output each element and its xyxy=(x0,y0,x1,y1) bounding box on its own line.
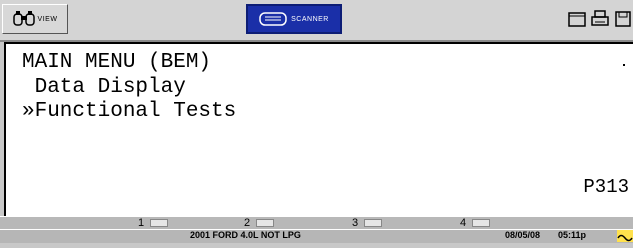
fkey-4[interactable]: 4 xyxy=(460,217,491,229)
view-label: VIEW xyxy=(37,15,58,23)
status-date: 08/05/08 xyxy=(505,230,541,240)
fkey-2-indicator xyxy=(256,219,275,228)
view-button[interactable]: VIEW xyxy=(2,4,68,34)
status-time: 05:11p xyxy=(558,230,587,240)
binoculars-icon xyxy=(12,11,35,26)
menu-title: MAIN MENU (BEM) xyxy=(22,51,212,74)
fkey-2[interactable]: 2 xyxy=(244,217,275,229)
toolbar: VIEW SCANNER xyxy=(0,0,633,42)
printer-icon xyxy=(591,10,609,26)
fkey-2-label: 2 xyxy=(244,217,251,229)
fkey-3[interactable]: 3 xyxy=(352,217,383,229)
window-icon xyxy=(568,12,586,27)
fkey-4-label: 4 xyxy=(460,217,467,229)
fkey-1-indicator xyxy=(150,219,169,228)
print-button[interactable] xyxy=(589,8,611,30)
fkey-3-label: 3 xyxy=(352,217,359,229)
fkey-1[interactable]: 1 xyxy=(138,217,169,229)
scanner-label: SCANNER xyxy=(291,15,329,23)
fkey-1-label: 1 xyxy=(138,217,145,229)
window-button[interactable] xyxy=(566,8,588,30)
function-key-bar: 1 2 3 4 xyxy=(0,216,633,229)
save-icon xyxy=(614,11,631,27)
save-button[interactable] xyxy=(612,8,633,30)
screen-dot xyxy=(623,64,625,66)
fkey-4-indicator xyxy=(472,219,491,228)
menu-screen: MAIN MENU (BEM) Data Display »Functional… xyxy=(4,42,633,216)
vehicle-info: 2001 FORD 4.0L NOT LPG xyxy=(190,230,301,240)
scanner-button[interactable]: SCANNER xyxy=(246,4,342,34)
scanner-icon xyxy=(259,12,287,26)
fkey-3-indicator xyxy=(364,219,383,228)
signal-wave-icon xyxy=(617,230,633,242)
screen-code: P313 xyxy=(583,176,629,198)
menu-item-functional-tests[interactable]: »Functional Tests xyxy=(22,101,236,123)
menu-item-data-display[interactable]: Data Display xyxy=(22,77,186,99)
